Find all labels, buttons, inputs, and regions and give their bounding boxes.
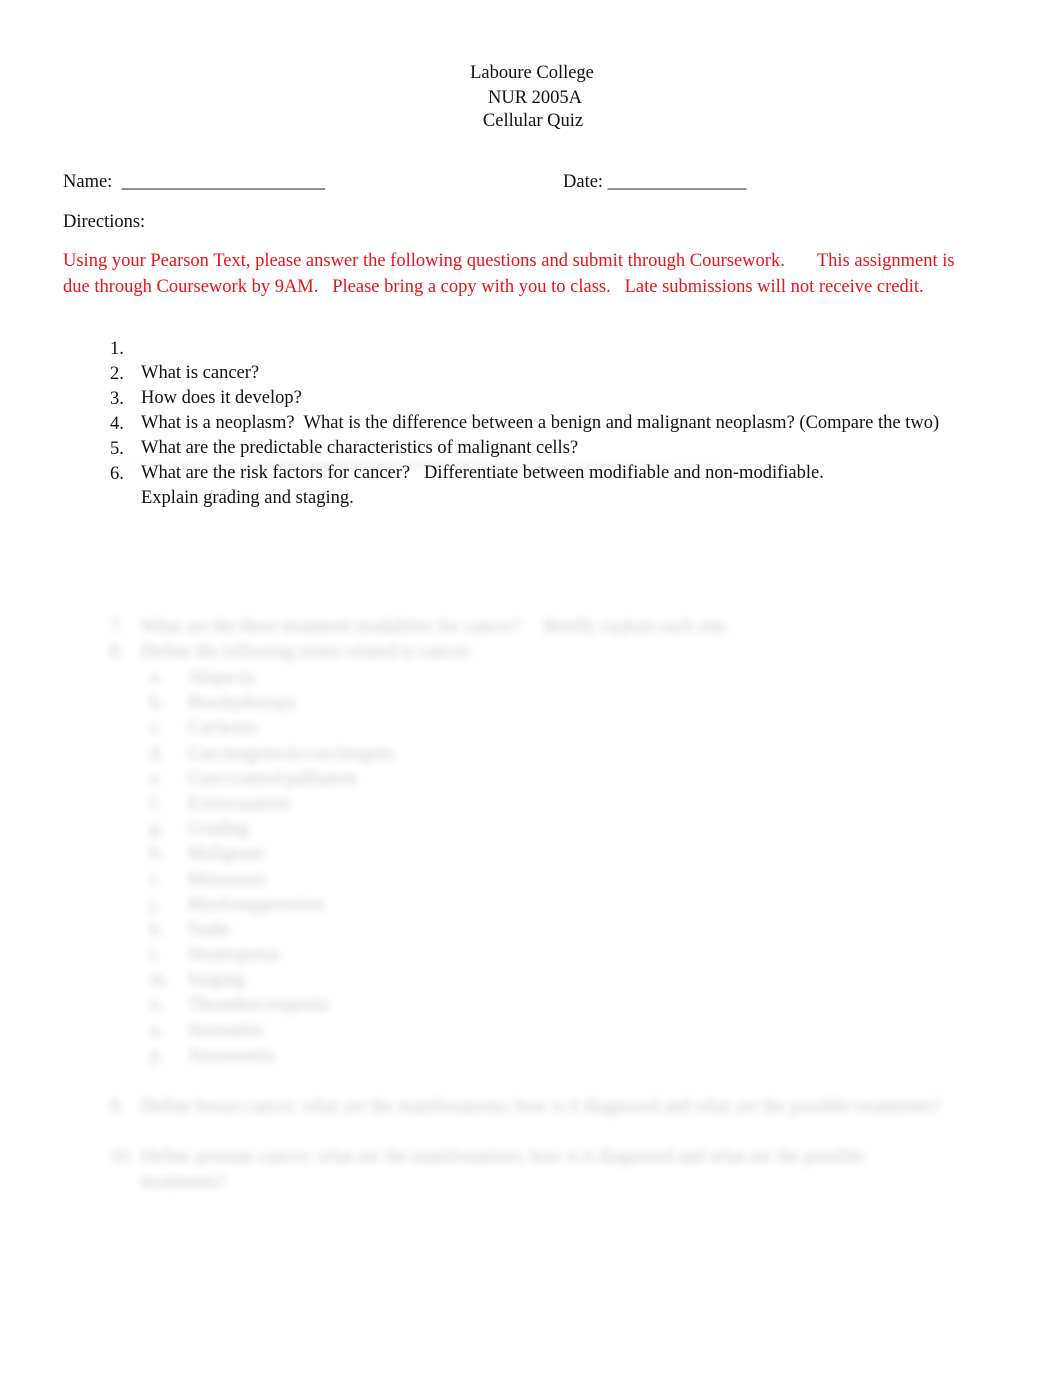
question-item: 1. What is cancer?	[110, 313, 259, 383]
obscured-question-text: Define prostate cancer; what are the man…	[141, 1147, 865, 1167]
term-text: Brachytherapy	[188, 693, 297, 714]
question-item: 4. What are the predictable characterist…	[110, 388, 578, 458]
instructions-line: Using your Pearson Text, please answer t…	[63, 251, 955, 271]
question-text: How does it develop?	[141, 388, 302, 408]
term-text: Cachexia	[188, 718, 257, 739]
term-letter: h.	[150, 844, 164, 865]
obscured-question-text: What are the three treatment modalities …	[141, 617, 730, 637]
term-letter: g.	[150, 819, 164, 840]
instructions-text: Using your Pearson Text, please answer t…	[63, 248, 993, 300]
term-text: Stomatitis	[188, 1020, 264, 1041]
term-text: Alopecia	[188, 668, 255, 688]
term-text: Extravasation	[188, 793, 290, 814]
term-letter: d.	[150, 743, 164, 764]
date-field: Date: _______________	[563, 172, 747, 192]
term-letter: k.	[150, 919, 164, 940]
term-text: Malignant	[188, 844, 265, 865]
question-item: 6. Explain grading and staging.	[110, 438, 354, 508]
term-text: Nadir	[188, 919, 231, 940]
question-text: What is cancer?	[141, 363, 260, 383]
term-text: Cure/control/palliation	[188, 768, 357, 789]
term-text: Carcinogenesis/carcinogens	[188, 743, 395, 764]
obscured-question-number: 9.	[110, 1097, 124, 1117]
question-item: 5. What are the risk factors for cancer?…	[110, 413, 824, 483]
question-text: What is a neoplasm? What is the differen…	[141, 413, 940, 433]
question-list: 1. What is cancer? 2. How does it develo…	[110, 313, 939, 508]
term-letter: c.	[150, 718, 163, 739]
term-letter: l.	[150, 945, 160, 966]
term-letter: j.	[150, 894, 160, 915]
term-text: Neutropenia	[188, 945, 280, 966]
term-text: Thrombocytopenia	[188, 995, 329, 1016]
term-letter: p.	[150, 1045, 164, 1066]
course-code: NUR 2005A	[487, 88, 583, 108]
term-text: Staging	[188, 970, 245, 991]
instructions-line: due through Coursework by 9AM. Please br…	[63, 277, 924, 297]
obscured-question-number: 10.	[110, 1147, 134, 1167]
obscured-question-text: Define breast cancer; what are the manif…	[141, 1097, 941, 1117]
term-letter: e.	[150, 768, 163, 789]
term-text: Grading	[188, 819, 249, 840]
blur-fade-divider	[100, 463, 750, 469]
term-letter: n.	[150, 995, 164, 1016]
term-text: Xerostomia	[188, 1045, 275, 1066]
question-text: Explain grading and staging.	[141, 488, 354, 508]
term-letter: i.	[150, 869, 160, 890]
term-letter: o.	[150, 1020, 164, 1041]
question-text: What are the predictable characteristics…	[141, 438, 579, 458]
term-letter: f.	[150, 793, 161, 814]
term-text: Myelosuppression	[188, 894, 324, 915]
question-item: 3. What is a neoplasm? What is the diffe…	[110, 363, 939, 433]
directions-label: Directions:	[63, 212, 146, 232]
obscured-question-number: 8.	[110, 642, 124, 662]
obscured-question-text: treatments?	[141, 1172, 227, 1192]
question-item: 2. How does it develop?	[110, 338, 302, 408]
obscured-question-text: Define the following terms related to ca…	[141, 642, 473, 662]
name-field: Name: ______________________	[63, 172, 326, 192]
institution-name: Laboure College	[470, 63, 594, 83]
quiz-title: Cellular Quiz	[482, 111, 584, 131]
term-letter: b.	[150, 693, 164, 714]
obscured-question-number: 7.	[110, 617, 124, 637]
term-text: Metastasis	[188, 869, 267, 890]
term-letter: m.	[150, 970, 170, 991]
term-letter: a.	[150, 668, 163, 688]
